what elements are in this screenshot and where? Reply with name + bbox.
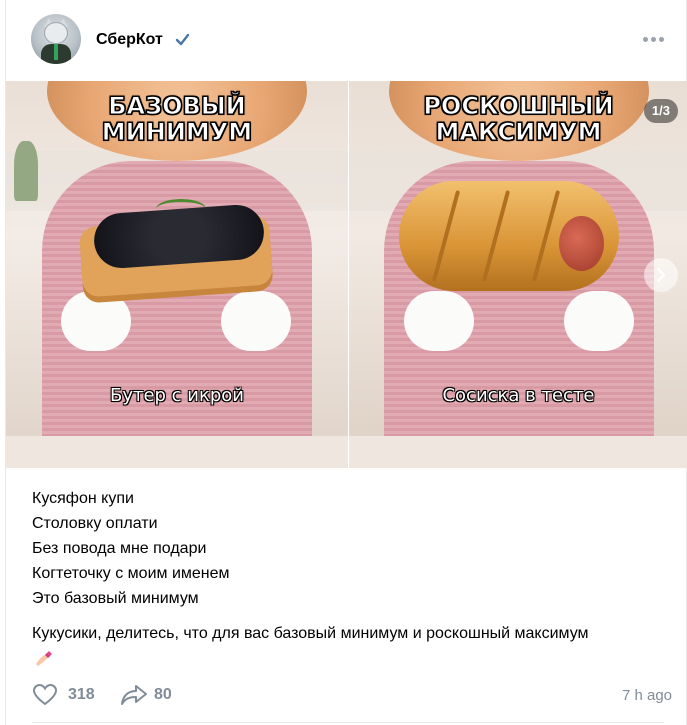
post-text-line: Это базовый минимум xyxy=(32,590,199,607)
post-card: СберКот БАЗОВЫЙ МИНИМУМ Бутер с икрой РО… xyxy=(5,0,687,725)
nail-polish-emoji xyxy=(36,651,52,666)
carousel-slide-1[interactable]: БАЗОВЫЙ МИНИМУМ Бутер с икрой xyxy=(6,81,348,468)
heart-icon xyxy=(32,683,58,706)
share-arrow-icon xyxy=(121,685,147,705)
divider xyxy=(32,722,664,723)
carousel-next-button[interactable] xyxy=(644,258,678,292)
post-text-line: Кусяфон купи xyxy=(32,490,134,507)
verified-check-icon xyxy=(175,33,190,46)
slide-1-title-line1: БАЗОВЫЙ xyxy=(108,92,247,120)
photo-carousel[interactable]: БАЗОВЫЙ МИНИМУМ Бутер с икрой РОСКОШНЫЙ … xyxy=(6,81,687,468)
post-header: СберКот xyxy=(31,14,671,66)
post-text-line: Столовку оплати xyxy=(32,515,158,532)
post-question: Кукусики, делитесь, что для вас базовый … xyxy=(32,625,589,642)
slide-1-caption: Бутер с икрой xyxy=(109,385,245,406)
carousel-slide-2[interactable]: РОСКОШНЫЙ МАКСИМУМ Сосиска в тесте 1/3 xyxy=(349,81,687,468)
more-dots-icon[interactable] xyxy=(641,27,671,51)
chevron-right-icon xyxy=(656,268,666,282)
avatar[interactable] xyxy=(31,14,81,64)
post-text-line: Когтеточку с моим именем xyxy=(32,565,230,582)
slide-2-caption: Сосиска в тесте xyxy=(442,385,595,406)
carousel-counter: 1/3 xyxy=(643,99,678,123)
like-count: 318 xyxy=(68,686,95,703)
share-count: 80 xyxy=(154,686,172,703)
author-name[interactable]: СберКот xyxy=(96,31,163,49)
slide-2-title: РОСКОШНЫЙ МАКСИМУМ xyxy=(349,92,687,146)
slide-2-title-line1: РОСКОШНЫЙ xyxy=(423,92,614,120)
slide-1-title-line2: МИНИМУМ xyxy=(101,118,253,146)
post-text-line: Без повода мне подари xyxy=(32,540,207,557)
post-timestamp[interactable]: 7 h ago xyxy=(622,687,672,704)
post-text: Кусяфон купи Столовку оплати Без повода … xyxy=(32,486,672,611)
slide-2-title-line2: МАКСИМУМ xyxy=(435,118,602,146)
post-footer: 318 80 7 h ago xyxy=(32,680,672,710)
slide-1-title: БАЗОВЫЙ МИНИМУМ xyxy=(6,92,348,146)
